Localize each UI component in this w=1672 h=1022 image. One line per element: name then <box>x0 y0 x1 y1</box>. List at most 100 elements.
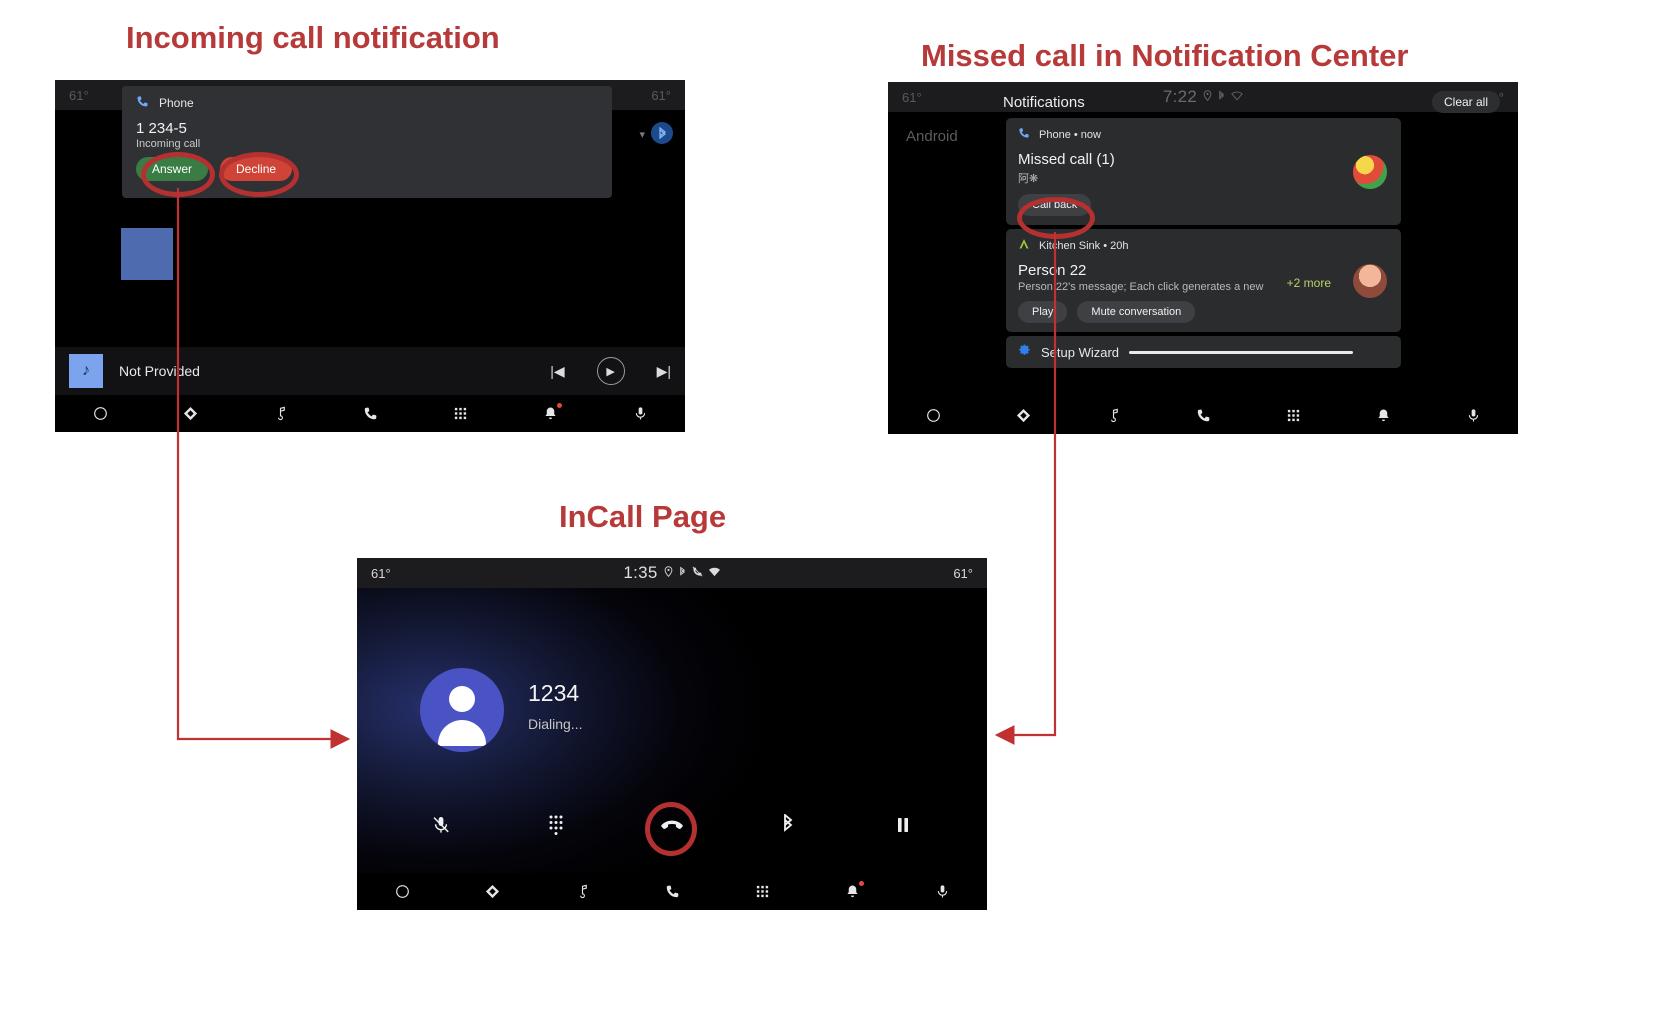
nav-notifications-button[interactable] <box>832 877 872 907</box>
avatar <box>1353 263 1387 298</box>
avatar <box>1353 154 1387 189</box>
notification-badge-dot <box>859 880 864 886</box>
hold-button[interactable] <box>881 803 925 847</box>
background-app-label: Android <box>906 128 958 145</box>
status-icons <box>1203 90 1243 105</box>
nav-voice-assistant-button[interactable] <box>922 877 962 907</box>
skip-previous-icon[interactable]: |◀ <box>550 363 564 380</box>
notification-title: Setup Wizard <box>1041 344 1120 360</box>
figure-title-incoming-call: Incoming call notification <box>126 20 500 55</box>
notification-header: Phone • now <box>1018 127 1389 142</box>
notification-card-kitchen-sink[interactable]: Kitchen Sink • 20h Person 22 Person 22's… <box>1006 229 1401 332</box>
notification-header: Kitchen Sink • 20h <box>1018 238 1389 253</box>
nav-media-button[interactable] <box>1093 401 1133 431</box>
nav-home-button[interactable] <box>913 401 953 431</box>
notification-more-count: +2 more <box>1286 276 1331 290</box>
status-bar-notifications: 61° 7:22 61° <box>888 82 1518 112</box>
temperature-right: 61° <box>651 87 671 103</box>
heads-up-subtitle: Incoming call <box>136 138 201 150</box>
temperature-right: 61° <box>953 565 973 581</box>
temperature-left: 61° <box>69 87 89 103</box>
notification-app-and-time: Kitchen Sink • 20h <box>1039 239 1129 252</box>
answer-button[interactable]: Answer <box>136 157 209 181</box>
clock: 7:22 <box>1162 87 1198 106</box>
nav-bar-notifications <box>888 397 1518 434</box>
notification-body: Person 22's message; Each click generate… <box>1018 281 1264 293</box>
status-bar-incall: 61° 1:35 61° <box>357 558 987 588</box>
status-center: 1:35 <box>357 558 987 588</box>
notification-actions: Play Mute conversation <box>1018 301 1389 323</box>
mute-button[interactable] <box>419 803 463 847</box>
nav-media-button[interactable] <box>562 877 602 907</box>
notification-list: Phone • now Missed call (1) 阿❋ Call back… <box>1006 118 1401 372</box>
screen-incall-page: 61° 1:35 61° 1234 Dialing... <box>357 558 987 910</box>
phone-icon <box>136 95 149 111</box>
nav-phone-button[interactable] <box>652 877 692 907</box>
bluetooth-icon <box>678 566 687 581</box>
heads-up-app-row: Phone <box>136 95 598 111</box>
nav-voice-assistant-button[interactable] <box>1453 401 1493 431</box>
heads-up-notification: Phone 1 234-5 Incoming call Answer Decli… <box>122 86 612 198</box>
bluetooth-icon <box>1217 90 1226 105</box>
nav-home-button[interactable] <box>382 877 422 907</box>
phone-icon <box>1018 127 1030 142</box>
notification-badge-dot <box>557 402 562 408</box>
heads-up-actions: Answer Decline <box>136 157 598 181</box>
status-icons <box>664 566 721 581</box>
bluetooth-icon[interactable] <box>651 122 673 144</box>
media-playback-bar: ♪ Not Provided |◀ ▶ ▶| <box>55 347 685 395</box>
nav-apps-grid-button[interactable] <box>742 877 782 907</box>
notification-card-missed-call[interactable]: Phone • now Missed call (1) 阿❋ Call back <box>1006 118 1401 225</box>
location-icon <box>664 566 673 580</box>
chevron-down-icon[interactable]: ▾ <box>639 128 645 141</box>
clock: 1:35 <box>623 563 658 582</box>
call-back-button[interactable]: Call back <box>1018 194 1092 216</box>
nav-phone-button[interactable] <box>350 399 390 429</box>
clear-all-button[interactable]: Clear all <box>1431 91 1500 113</box>
wifi-icon <box>1231 90 1243 104</box>
notification-center-title: Notifications <box>1003 94 1085 111</box>
notification-body: 阿❋ <box>1018 173 1039 185</box>
nav-apps-grid-button[interactable] <box>1273 401 1313 431</box>
avatar-body <box>438 720 486 746</box>
caller-number: 1234 <box>528 680 580 706</box>
kitchen-sink-icon <box>1018 238 1030 253</box>
background-tile <box>121 228 173 280</box>
play-icon[interactable]: ▶ <box>596 357 625 385</box>
avatar <box>420 668 504 752</box>
nav-navigation-button[interactable] <box>472 877 512 907</box>
mute-conversation-button[interactable]: Mute conversation <box>1077 301 1196 323</box>
nav-home-button[interactable] <box>80 399 120 429</box>
nav-media-button[interactable] <box>260 399 300 429</box>
phone-forwarded-icon <box>692 566 703 580</box>
media-controls: |◀ ▶ ▶| <box>550 357 671 385</box>
nav-voice-assistant-button[interactable] <box>620 399 660 429</box>
audio-route-bluetooth-button[interactable] <box>766 803 810 847</box>
figure-title-incall-page: InCall Page <box>559 499 727 534</box>
avatar-head <box>449 686 475 712</box>
wifi-icon <box>708 566 721 580</box>
nav-apps-grid-button[interactable] <box>440 399 480 429</box>
notification-title: Person 22 <box>1018 262 1087 279</box>
figure-root: Incoming call notification Missed call i… <box>0 0 1672 1022</box>
nav-bar-incoming <box>55 395 685 432</box>
nav-navigation-button[interactable] <box>170 399 210 429</box>
notification-title: Missed call (1) <box>1018 151 1115 168</box>
nav-navigation-button[interactable] <box>1003 401 1043 431</box>
play-button[interactable]: Play <box>1018 301 1068 323</box>
progress-bar <box>1129 350 1353 354</box>
media-title: Not Provided <box>119 363 200 379</box>
end-call-button[interactable] <box>650 803 694 847</box>
nav-phone-button[interactable] <box>1183 401 1223 431</box>
notification-card-setup-wizard[interactable]: Setup Wizard <box>1006 336 1401 368</box>
nav-notifications-button[interactable] <box>1363 401 1403 431</box>
screen-incoming-call: 61° 61° B ▾ Phone 1 234-5 Incoming call … <box>55 80 685 432</box>
dialpad-button[interactable] <box>534 803 578 847</box>
decline-button[interactable]: Decline <box>220 157 293 181</box>
music-note-icon: ♪ <box>69 354 103 388</box>
nav-notifications-button[interactable] <box>530 399 570 429</box>
location-icon <box>1203 90 1212 104</box>
nav-bar-incall <box>357 873 987 910</box>
skip-next-icon[interactable]: ▶| <box>657 363 671 380</box>
notification-actions: Call back <box>1018 194 1389 216</box>
